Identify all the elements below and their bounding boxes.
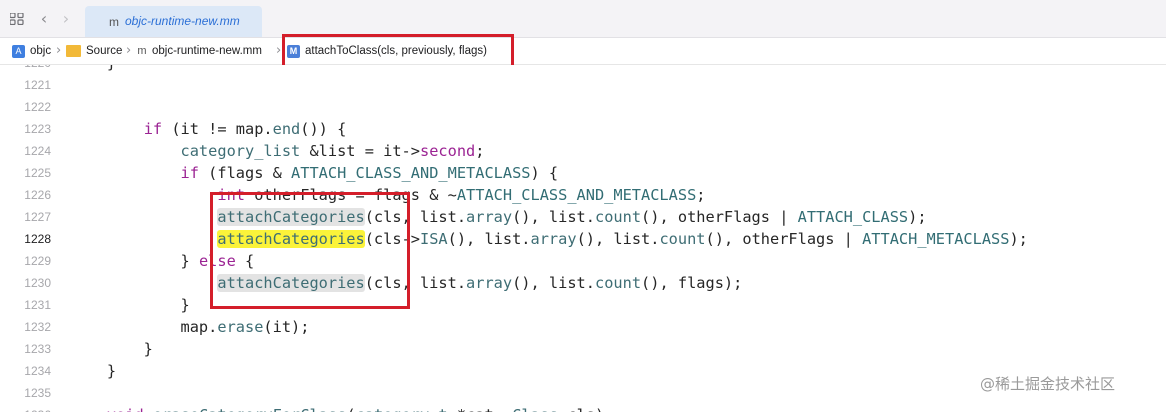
code-editor[interactable]: 1220 } 1221 1222 1223 if (it != map.end(…: [0, 65, 1166, 412]
line-number: 1230: [24, 276, 51, 290]
code-line: 1236 void eraseCategoryForClass(category…: [0, 404, 1166, 412]
line-number: 1231: [24, 298, 51, 312]
code-text: if (flags & ATTACH_CLASS_AND_METACLASS) …: [180, 164, 559, 182]
tab-label: objc-runtime-new.mm: [125, 14, 240, 28]
code-text: attachCategories(cls->ISA(), list.array(…: [217, 230, 1028, 248]
back-arrow-icon[interactable]: ‹: [37, 9, 51, 29]
code-line: 1233 }: [0, 338, 1166, 360]
breadcrumb-item-objc[interactable]: A objc: [12, 43, 51, 59]
breadcrumb-label: attachToClass(cls, previously, flags): [305, 45, 487, 57]
tab-objc-runtime-new[interactable]: m objc-runtime-new.mm: [85, 6, 262, 37]
code-line: 1224 category_list &list = it->second;: [0, 140, 1166, 162]
breadcrumb-item-source[interactable]: Source: [66, 43, 122, 59]
code-text: if (it != map.end()) {: [143, 120, 347, 138]
line-number: 1228: [24, 232, 51, 246]
symbol-highlight[interactable]: attachCategories: [217, 208, 365, 226]
line-number: 1225: [24, 166, 51, 180]
line-number: 1223: [24, 122, 51, 136]
code-line: 1225 if (flags & ATTACH_CLASS_AND_METACL…: [0, 162, 1166, 184]
line-number: 1236: [0, 404, 51, 412]
code-text: }: [70, 362, 117, 380]
method-icon: M: [287, 44, 300, 58]
line-number: 1224: [24, 144, 51, 158]
breadcrumb-separator: ›: [126, 43, 132, 58]
symbol-highlight-selected[interactable]: attachCategories: [217, 230, 365, 248]
code-text: } else {: [70, 252, 255, 270]
line-number: 1221: [24, 78, 51, 92]
code-line-current: 1228 attachCategories(cls->ISA(), list.a…: [0, 228, 1166, 250]
code-text: int otherFlags = flags & ~ATTACH_CLASS_A…: [217, 186, 706, 204]
code-line: 1220 }: [0, 65, 1166, 74]
code-text: }: [70, 340, 153, 358]
code-line: 1221: [0, 74, 1166, 96]
line-number: 1229: [24, 254, 51, 268]
code-line: 1222: [0, 96, 1166, 118]
code-line: 1223 if (it != map.end()) {: [0, 118, 1166, 140]
breadcrumb-separator: ›: [56, 43, 62, 58]
code-text: category_list &list = it->second;: [180, 142, 485, 160]
grid-icon[interactable]: [10, 13, 24, 25]
tab-bar: ‹ › m objc-runtime-new.mm: [0, 0, 1166, 38]
code-text: attachCategories(cls, list.array(), list…: [217, 208, 927, 226]
breadcrumb-label: objc: [30, 45, 52, 57]
symbol-highlight[interactable]: attachCategories: [217, 274, 365, 292]
breadcrumb-item-method[interactable]: M attachToClass(cls, previously, flags): [287, 43, 487, 59]
forward-arrow-icon[interactable]: ›: [59, 9, 73, 29]
code-line: 1232 map.erase(it);: [0, 316, 1166, 338]
line-number: 1233: [24, 342, 51, 356]
objc-file-icon: m: [137, 44, 147, 57]
code-line: 1229 } else {: [0, 250, 1166, 272]
line-number: 1232: [24, 320, 51, 334]
code-line: 1231 }: [0, 294, 1166, 316]
objc-file-icon: m: [109, 15, 119, 29]
line-number: 1234: [24, 364, 51, 378]
line-number: 1227: [24, 210, 51, 224]
breadcrumb: A objc › Source › m objc-runtime-new.mm …: [0, 38, 1166, 65]
code-line: 1227 attachCategories(cls, list.array(),…: [0, 206, 1166, 228]
breadcrumb-item-file[interactable]: m objc-runtime-new.mm: [137, 43, 262, 59]
line-number: 1222: [24, 100, 51, 114]
breadcrumb-label: objc-runtime-new.mm: [152, 45, 262, 57]
breadcrumb-separator: ›: [276, 43, 282, 58]
folder-icon: [66, 45, 81, 57]
code-text: map.erase(it);: [70, 318, 310, 336]
line-number: 1226: [24, 188, 51, 202]
code-text: void eraseCategoryForClass(category_t *c…: [70, 404, 604, 412]
code-text: }: [70, 65, 116, 74]
line-number: 1235: [24, 386, 51, 400]
code-text: }: [70, 296, 190, 314]
xcode-window: ‹ › m objc-runtime-new.mm A objc › Sourc…: [0, 0, 1166, 412]
xcode-project-icon: A: [12, 44, 25, 58]
code-line: 1226 int otherFlags = flags & ~ATTACH_CL…: [0, 184, 1166, 206]
code-line: 1230 attachCategories(cls, list.array(),…: [0, 272, 1166, 294]
code-text: attachCategories(cls, list.array(), list…: [217, 274, 743, 292]
breadcrumb-label: Source: [86, 45, 123, 57]
line-number: 1220: [0, 65, 51, 74]
watermark: @稀土掘金技术社区: [980, 375, 1116, 393]
